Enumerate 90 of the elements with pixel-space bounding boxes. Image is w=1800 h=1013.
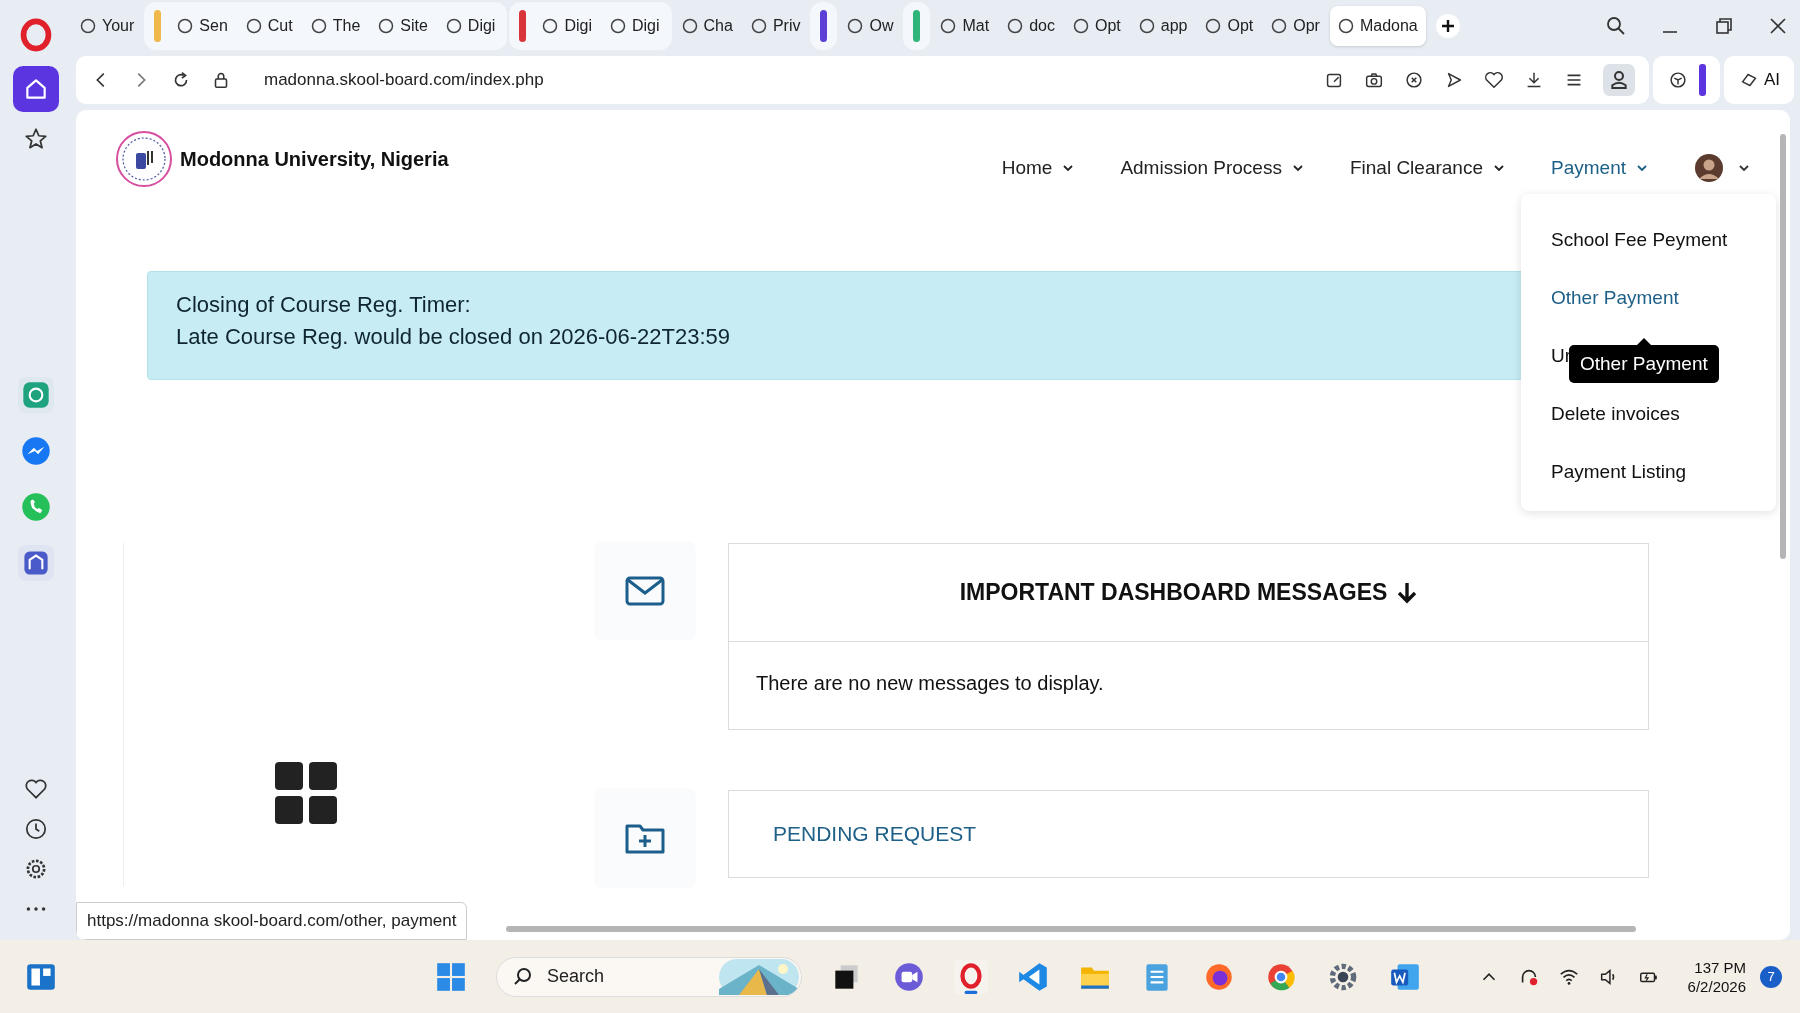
browser-tab[interactable]: Priv	[742, 6, 809, 46]
user-menu[interactable]	[1694, 153, 1750, 183]
chevron-down-icon	[1291, 162, 1304, 174]
taskbar-search-field[interactable]: Search	[496, 956, 802, 997]
new-tab-icon[interactable]	[1435, 14, 1460, 38]
chevron-down-icon	[1738, 162, 1750, 174]
vertical-scrollbar[interactable]	[1780, 134, 1786, 559]
browser-tab[interactable]: Opr	[1263, 6, 1328, 46]
favicon-icon	[80, 18, 96, 34]
favicon-icon	[542, 18, 559, 34]
favicon-icon	[847, 18, 864, 34]
clock-icon[interactable]	[23, 816, 49, 842]
card-body-text: There are no new messages to display.	[755, 671, 1105, 696]
favicon-icon	[1138, 18, 1155, 34]
browser-tab[interactable]: Mat	[932, 6, 998, 46]
favicon-icon	[310, 18, 327, 34]
app-icon[interactable]	[17, 544, 55, 582]
favicon-icon	[1072, 18, 1089, 34]
university-name[interactable]: Modonna University, Nigeria	[180, 147, 449, 171]
card-title: PENDING REQUEST	[773, 822, 977, 846]
favicon-icon	[245, 18, 262, 34]
browser-tab[interactable]: Cha	[673, 6, 741, 46]
tooltip-pointer-icon	[1637, 338, 1651, 345]
clock-date[interactable]: 6/2/2026	[1687, 977, 1746, 995]
home-icon	[23, 76, 49, 102]
tab-group-marker[interactable]	[820, 10, 828, 42]
alert-text: Closing of Course Reg. Timer:	[176, 292, 471, 318]
favicon-icon	[610, 18, 626, 34]
dropdown-item[interactable]: Payment Listing	[1551, 460, 1776, 483]
favicon-icon	[378, 18, 395, 34]
chevron-down-icon	[1062, 162, 1075, 174]
tab-group-marker[interactable]	[519, 10, 527, 42]
dropdown-item[interactable]: Delete invoices	[1551, 402, 1776, 425]
browser-tab[interactable]: Sen	[169, 6, 236, 46]
nav-menu-item[interactable]: Home	[1001, 157, 1075, 179]
favicon-icon	[750, 18, 767, 34]
folder-add-icon	[625, 822, 665, 854]
favicon-icon	[445, 18, 462, 34]
arrow-down-icon	[1397, 581, 1418, 604]
chevron-down-icon	[1493, 162, 1505, 174]
tab-group-marker[interactable]	[154, 10, 162, 42]
university-logo	[114, 129, 174, 189]
marker-icon[interactable]	[1698, 64, 1706, 96]
address-bar[interactable]: madonna.skool-board.com/index.php	[76, 56, 1649, 104]
browser-tab[interactable]: Madona	[1329, 6, 1426, 46]
chat-app-icon[interactable]	[17, 376, 55, 414]
browser-tab[interactable]: Digi	[602, 6, 668, 46]
favicon-icon	[940, 18, 957, 34]
search-input[interactable]: Search	[545, 965, 699, 988]
browser-tab[interactable]: Opt	[1197, 6, 1262, 46]
browser-tab[interactable]: Your	[72, 6, 143, 46]
browser-logo-icon[interactable]	[19, 18, 53, 52]
favicon-icon	[1337, 18, 1354, 34]
ai-button[interactable]: AI	[1723, 56, 1794, 104]
browser-tab[interactable]: Digi	[437, 6, 504, 46]
horizontal-scrollbar[interactable]	[506, 926, 1636, 932]
tooltip: Other Payment	[1569, 345, 1719, 383]
dashboard-grid-icon[interactable]	[275, 762, 339, 826]
nav-menu-item[interactable]: Admission Process	[1120, 157, 1304, 179]
avatar-icon	[1694, 153, 1724, 183]
card-title: IMPORTANT DASHBOARD MESSAGES	[959, 579, 1388, 606]
chevron-down-icon	[1636, 162, 1648, 174]
browser-tab[interactable]: Opt	[1064, 6, 1129, 46]
browser-tab[interactable]: Ow	[839, 6, 902, 46]
tab-group-marker[interactable]	[913, 10, 921, 42]
browser-tab[interactable]: app	[1130, 6, 1196, 46]
favicon-icon	[1271, 18, 1288, 34]
browser-tab[interactable]: Cut	[237, 6, 301, 46]
status-url: https://madonna skool-board.com/other, payment	[76, 902, 468, 940]
profile-icon[interactable]	[1602, 64, 1635, 96]
dropdown-item[interactable]: Other Payment	[1551, 286, 1776, 309]
heart-icon[interactable]	[1482, 69, 1505, 91]
nav-menu-item[interactable]: Final Clearance	[1349, 157, 1505, 179]
home-button[interactable]	[13, 66, 59, 112]
favicon-icon	[1205, 18, 1222, 34]
browser-tab[interactable]: Site	[370, 6, 436, 46]
browser-tab[interactable]: Digi	[534, 6, 600, 46]
favicon-icon	[681, 18, 698, 34]
alert-text: Late Course Reg. would be closed on 2026-06-22T23:59	[176, 324, 731, 350]
browser-tab[interactable]: doc	[999, 6, 1063, 46]
browser-icon[interactable]	[954, 959, 988, 994]
favicon-icon	[177, 18, 194, 34]
favicon-icon	[1007, 18, 1024, 34]
notification-badge[interactable]: 7	[1760, 965, 1782, 988]
mail-icon	[625, 575, 665, 607]
url-field[interactable]: madonna.skool-board.com/index.php	[262, 69, 1305, 91]
browser-tab[interactable]: The	[302, 6, 369, 46]
dropdown-item[interactable]: School Fee Peyment	[1551, 228, 1776, 251]
clock-time[interactable]: 137 PM	[1694, 958, 1746, 976]
nav-menu-item[interactable]: Payment	[1551, 157, 1648, 179]
